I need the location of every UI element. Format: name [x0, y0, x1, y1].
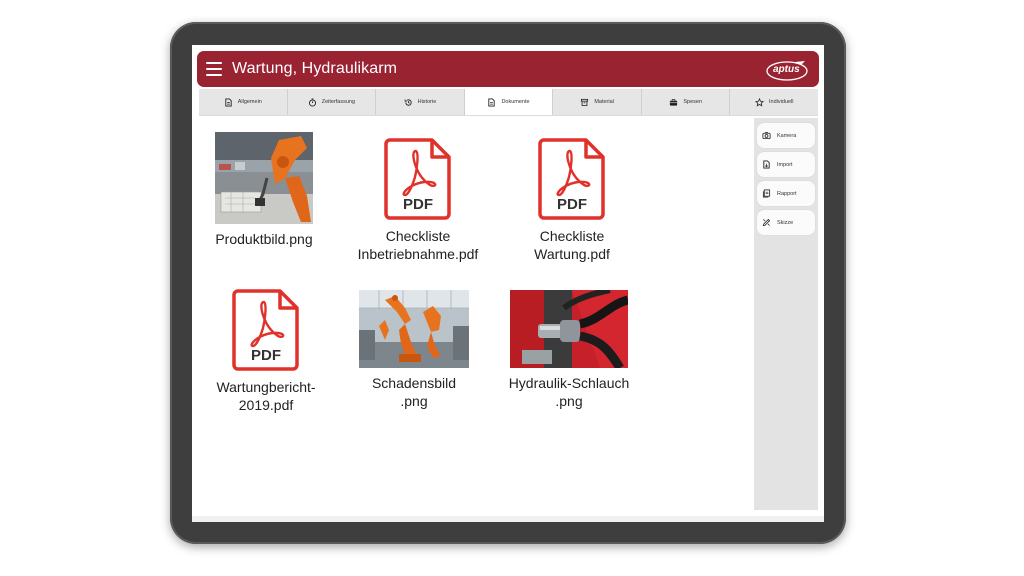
file-item[interactable]: PDF Wartungbericht- 2019.pdf	[192, 288, 346, 414]
tab-label: Dokumente	[501, 99, 530, 105]
side-label: Import	[777, 161, 793, 168]
action-sidebar: Kamera Import Rapport Skizze	[754, 118, 818, 510]
file-item[interactable]: PDF Checkliste Inbetriebnahme.pdf	[338, 137, 498, 263]
document-icon	[225, 97, 232, 107]
document-grid: Produktbild.png PDF Checkliste Inbetrieb…	[199, 117, 750, 517]
import-button[interactable]: Import	[757, 152, 815, 177]
svg-text:PDF: PDF	[403, 196, 433, 213]
sketch-icon	[762, 218, 771, 227]
history-icon	[404, 98, 412, 106]
app-screen: Wartung, Hydraulikarm aptus Allgemein Ze…	[192, 45, 824, 522]
file-name: Wartungbericht- 2019.pdf	[216, 379, 316, 413]
factory-robots-thumbnail	[359, 290, 469, 368]
file-name: Produktbild.png	[215, 231, 313, 247]
tab-spesen[interactable]: Spesen	[642, 89, 731, 115]
document-icon	[488, 97, 496, 107]
tab-material[interactable]: Material	[553, 89, 642, 115]
report-button[interactable]: Rapport	[757, 181, 815, 206]
import-icon	[763, 160, 770, 169]
stopwatch-icon	[308, 97, 316, 107]
svg-text:PDF: PDF	[251, 347, 281, 364]
file-name: Schadensbild .png	[371, 375, 457, 409]
star-icon	[755, 97, 765, 107]
tab-allgemein[interactable]: Allgemein	[199, 89, 288, 115]
tab-zeiterfassung[interactable]: Zeiterfassung	[288, 89, 377, 115]
app-header: Wartung, Hydraulikarm aptus	[197, 51, 819, 87]
file-name: Checkliste Wartung.pdf	[534, 228, 610, 262]
tab-dokumente[interactable]: Dokumente	[464, 89, 554, 115]
material-icon	[581, 98, 589, 106]
tab-individuell[interactable]: Individuell	[730, 89, 818, 115]
camera-button[interactable]: Kamera	[757, 123, 815, 148]
menu-icon[interactable]	[206, 62, 222, 76]
tab-label: Spesen	[683, 99, 702, 105]
tab-label: Zeiterfassung	[321, 99, 356, 105]
tab-bar: Allgemein Zeiterfassung Historie Dokumen…	[199, 89, 818, 116]
pdf-icon: PDF	[384, 138, 451, 220]
file-item[interactable]: PDF Checkliste Wartung.pdf	[492, 137, 652, 263]
page-title: Wartung, Hydraulikarm	[232, 60, 398, 77]
tab-label: Historie	[417, 99, 437, 105]
robot-arm-thumbnail	[215, 132, 313, 224]
briefcase-icon	[670, 98, 678, 106]
tab-label: Allgemein	[237, 99, 262, 105]
aptus-logo: aptus	[765, 59, 809, 81]
tab-label: Individuell	[769, 99, 794, 105]
pdf-icon: PDF	[538, 138, 605, 220]
tab-historie[interactable]: Historie	[376, 89, 465, 115]
pdf-icon: PDF	[232, 289, 299, 371]
file-item[interactable]: Schadensbild .png	[334, 290, 494, 410]
side-label: Rapport	[777, 190, 797, 197]
bottom-edge	[192, 516, 824, 522]
file-name: Checkliste Inbetriebnahme.pdf	[357, 228, 479, 262]
hydraulic-hose-thumbnail	[510, 290, 628, 368]
file-item[interactable]: Hydraulik-Schlauch .png	[489, 290, 649, 410]
file-name: Hydraulik-Schlauch .png	[508, 375, 630, 409]
tab-label: Material	[594, 99, 614, 105]
svg-text:PDF: PDF	[557, 196, 587, 213]
side-label: Kamera	[777, 132, 797, 139]
camera-icon	[762, 131, 771, 140]
file-item[interactable]: Produktbild.png	[192, 132, 344, 248]
sketch-button[interactable]: Skizze	[757, 210, 815, 235]
side-label: Skizze	[777, 219, 794, 226]
report-icon	[762, 189, 771, 198]
